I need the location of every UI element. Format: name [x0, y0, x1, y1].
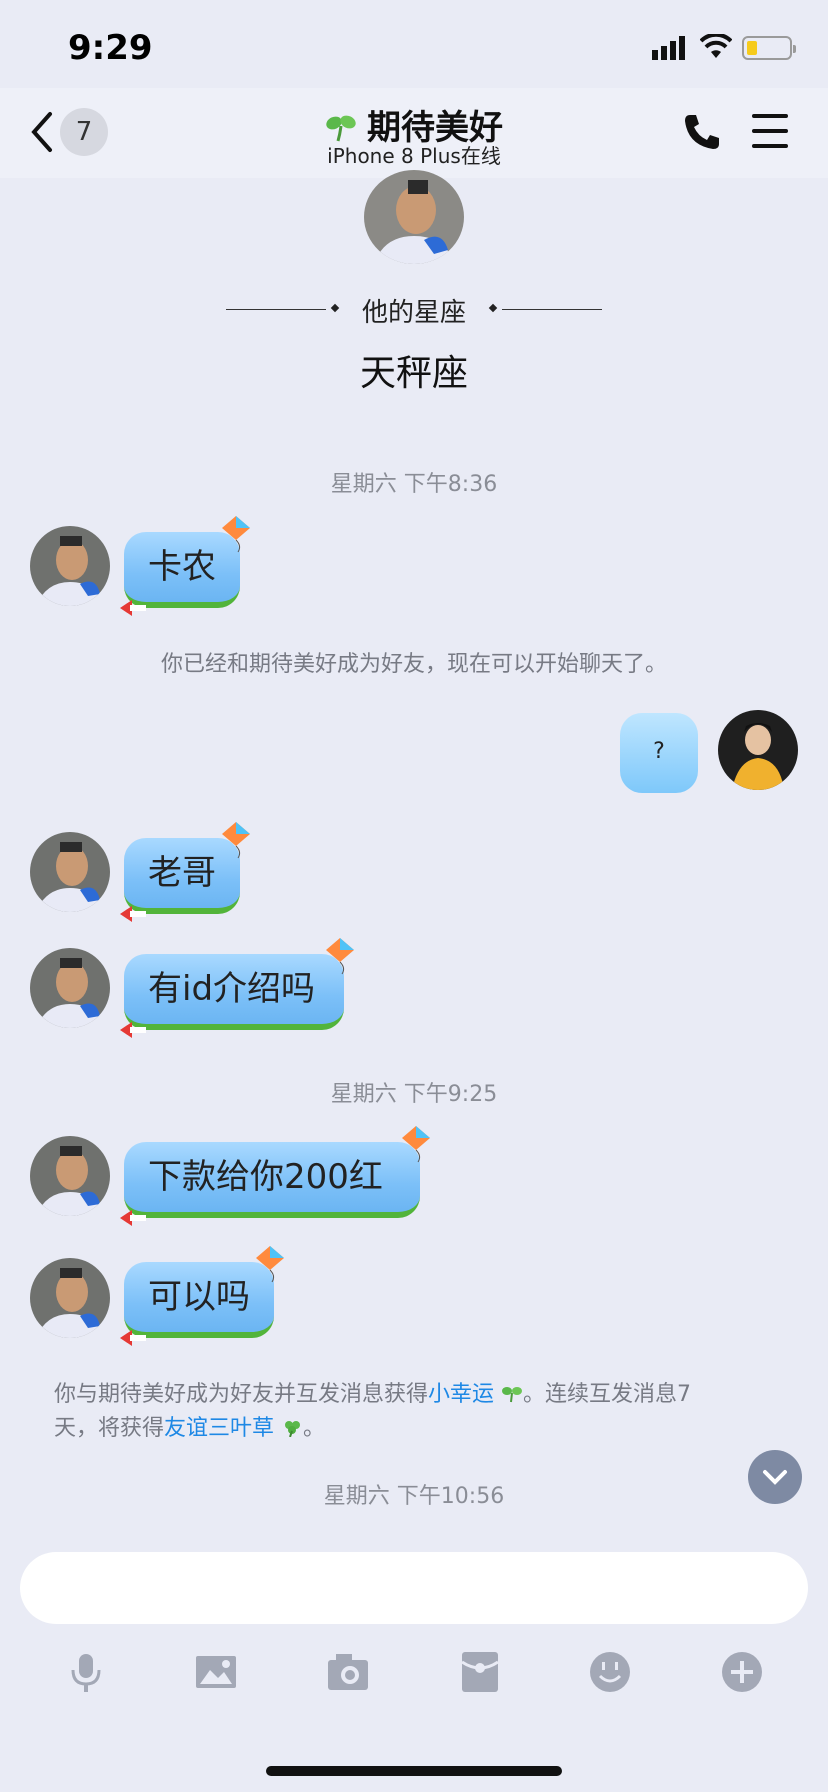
contact-avatar[interactable] — [30, 526, 110, 606]
ribbon-icon — [120, 600, 146, 616]
ribbon-icon — [120, 1210, 146, 1226]
my-avatar[interactable] — [718, 710, 798, 790]
wifi-icon — [700, 34, 732, 58]
image-icon[interactable] — [194, 1650, 238, 1694]
time-divider: 星期六 下午10:56 — [323, 1484, 505, 1509]
zodiac-row: 他的星座 — [226, 292, 602, 328]
message-text: 下款给你200红 — [148, 1157, 383, 1197]
notice-text: 。连续互发消息7 — [523, 1382, 692, 1407]
sprout-icon — [326, 115, 356, 142]
status-time: 9:29 — [68, 28, 153, 68]
message-text: 卡农 — [148, 547, 216, 587]
ribbon-icon — [120, 1330, 146, 1346]
message-bubble[interactable]: 有id介绍吗 — [120, 938, 354, 1038]
menu-icon[interactable] — [752, 114, 788, 148]
scroll-to-bottom-button[interactable] — [748, 1450, 802, 1504]
home-indicator — [266, 1766, 562, 1776]
message-input[interactable] — [20, 1552, 808, 1624]
lucky-link[interactable]: 小幸运 — [428, 1382, 494, 1407]
camera-icon[interactable] — [326, 1650, 370, 1694]
notice-text: 。 — [303, 1416, 326, 1441]
system-notice: 你已经和期待美好成为好友，现在可以开始聊天了。 — [160, 652, 667, 677]
divider-line — [502, 309, 602, 310]
ribbon-icon — [120, 906, 146, 922]
chevron-down-icon — [763, 1470, 787, 1485]
notice-text: 天，将获得 — [54, 1416, 165, 1441]
contact-avatar[interactable] — [30, 1258, 110, 1338]
kite-icon — [256, 1246, 284, 1283]
add-icon[interactable] — [720, 1650, 764, 1694]
kite-icon — [402, 1126, 430, 1163]
message-text: 有id介绍吗 — [148, 969, 316, 1009]
kite-icon — [222, 822, 250, 859]
friendship-reward-notice: 你与期待美好成为好友并互发消息获得小幸运 。连续互发消息7 天，将获得友谊三叶草… — [54, 1378, 784, 1446]
notice-text: 你与期待美好成为好友并互发消息获得 — [54, 1382, 429, 1407]
sent-message-bubble[interactable]: ? — [620, 713, 698, 793]
battery-icon — [742, 36, 796, 60]
ribbon-icon — [120, 1022, 146, 1038]
message-text: 可以吗 — [148, 1277, 250, 1317]
zodiac-value: 天秤座 — [359, 353, 468, 394]
time-divider: 星期六 下午9:25 — [330, 1082, 498, 1107]
message-bubble[interactable]: 可以吗 — [120, 1246, 284, 1346]
kite-icon — [222, 516, 250, 553]
message-text: ? — [653, 739, 665, 764]
sprout-icon — [502, 1387, 523, 1403]
time-divider: 星期六 下午8:36 — [330, 472, 498, 497]
clover-link[interactable]: 友谊三叶草 — [164, 1416, 274, 1441]
message-text: 老哥 — [148, 853, 216, 893]
contact-avatar-large[interactable] — [364, 170, 464, 264]
contact-avatar[interactable] — [30, 948, 110, 1028]
emoji-icon[interactable] — [588, 1650, 632, 1694]
message-bubble[interactable]: 老哥 — [120, 822, 250, 922]
message-bubble[interactable]: 卡农 — [120, 516, 250, 616]
kite-icon — [326, 938, 354, 975]
contact-avatar[interactable] — [30, 832, 110, 912]
red-packet-icon[interactable] — [458, 1650, 502, 1694]
message-bubble[interactable]: 下款给你200红 — [120, 1126, 430, 1226]
microphone-icon[interactable] — [64, 1650, 108, 1694]
zodiac-label: 他的星座 — [361, 298, 466, 328]
clover-icon — [285, 1421, 301, 1437]
phone-call-icon[interactable] — [682, 112, 722, 152]
cellular-signal-icon — [652, 36, 685, 60]
contact-avatar[interactable] — [30, 1136, 110, 1216]
